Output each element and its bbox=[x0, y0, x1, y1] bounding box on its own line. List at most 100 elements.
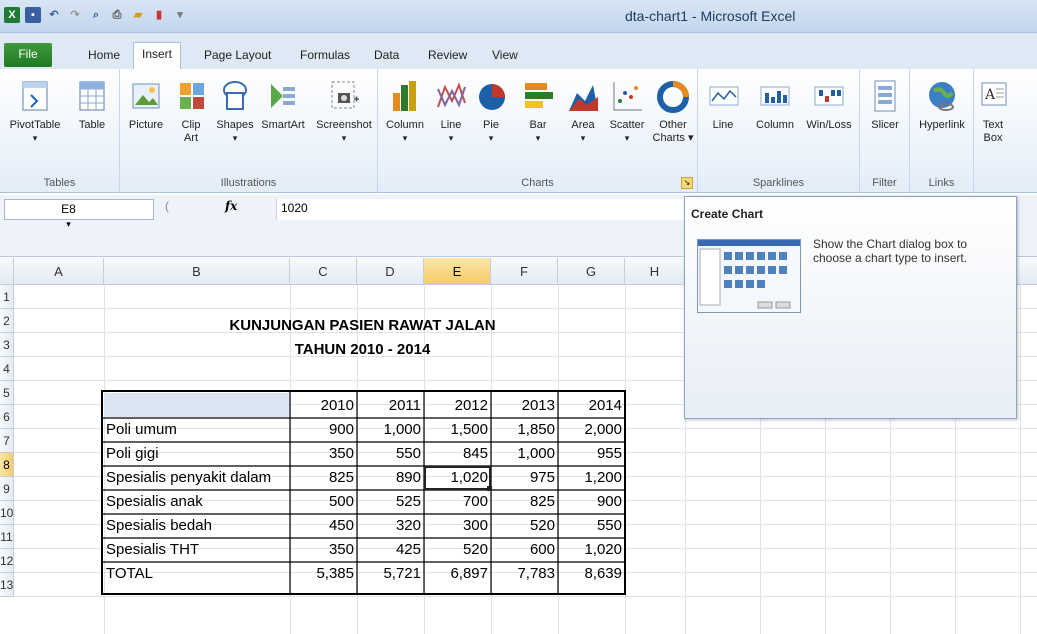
tab-page-layout[interactable]: Page Layout bbox=[196, 44, 279, 66]
formula-input[interactable]: 1020 bbox=[276, 199, 684, 220]
row-label[interactable]: Spesialis penyakit dalam bbox=[106, 466, 288, 490]
charts-dialog-launcher-icon[interactable]: ↘ bbox=[681, 177, 693, 189]
name-box[interactable]: E8▾ bbox=[4, 199, 154, 229]
data-cell[interactable]: 1,500 bbox=[424, 418, 491, 442]
data-cell[interactable]: 320 bbox=[357, 514, 424, 538]
data-cell[interactable]: 1,020 bbox=[558, 538, 625, 562]
data-cell[interactable]: 5,385 bbox=[290, 562, 357, 586]
sparkline-winloss-button[interactable]: Win/Loss bbox=[802, 79, 856, 132]
row-label[interactable]: TOTAL bbox=[106, 562, 288, 586]
slicer-icon bbox=[869, 79, 901, 113]
tab-review[interactable]: Review bbox=[420, 44, 475, 66]
table-button[interactable]: Table bbox=[72, 79, 112, 132]
data-cell[interactable]: 6,897 bbox=[424, 562, 491, 586]
excel-logo-icon: X bbox=[4, 7, 20, 23]
year-header[interactable]: 2012 bbox=[424, 394, 491, 418]
data-cell[interactable]: 1,850 bbox=[491, 418, 558, 442]
tab-data[interactable]: Data bbox=[366, 44, 407, 66]
window-title: dta-chart1 - Microsoft Excel bbox=[625, 8, 796, 24]
shapes-button[interactable]: Shapes ▾ bbox=[212, 79, 258, 145]
data-cell[interactable]: 1,200 bbox=[558, 466, 625, 490]
insert-function-icon[interactable]: fx bbox=[225, 199, 237, 213]
name-box-dropdown-icon[interactable]: ▾ bbox=[11, 219, 126, 230]
data-cell[interactable]: 450 bbox=[290, 514, 357, 538]
hyperlink-button[interactable]: Hyperlink bbox=[914, 79, 970, 132]
smartart-icon bbox=[267, 79, 299, 113]
group-label-charts: Charts bbox=[521, 177, 554, 189]
clip-art-button[interactable]: Clip Art bbox=[176, 79, 206, 145]
bar-chart-button[interactable]: Bar ▾ bbox=[522, 79, 554, 145]
data-cell[interactable]: 2,000 bbox=[558, 418, 625, 442]
data-cell[interactable]: 425 bbox=[357, 538, 424, 562]
data-cell[interactable]: 350 bbox=[290, 442, 357, 466]
tab-home[interactable]: Home bbox=[80, 44, 128, 66]
slicer-button[interactable]: Slicer bbox=[866, 79, 904, 132]
data-cell[interactable]: 890 bbox=[357, 466, 424, 490]
data-cell[interactable]: 520 bbox=[424, 538, 491, 562]
data-cell[interactable]: 955 bbox=[558, 442, 625, 466]
print-icon[interactable]: ⎙ bbox=[109, 7, 125, 23]
data-cell[interactable]: 845 bbox=[424, 442, 491, 466]
data-cell[interactable]: 975 bbox=[491, 466, 558, 490]
line-chart-button[interactable]: Line ▾ bbox=[432, 79, 470, 145]
data-cell[interactable]: 1,020 bbox=[424, 466, 491, 490]
data-cell[interactable]: 900 bbox=[290, 418, 357, 442]
chart-icon[interactable]: ▮ bbox=[151, 7, 167, 23]
undo-icon[interactable]: ↶ bbox=[46, 7, 62, 23]
chart-dialog-preview-image bbox=[697, 239, 801, 313]
row-label[interactable]: Spesialis anak bbox=[106, 490, 288, 514]
data-cell[interactable]: 500 bbox=[290, 490, 357, 514]
picture-button[interactable]: Picture bbox=[124, 79, 168, 132]
other-charts-button[interactable]: Other Charts ▾ bbox=[650, 79, 696, 145]
group-links: Hyperlink Links bbox=[910, 69, 974, 193]
smartart-button[interactable]: SmartArt bbox=[254, 79, 312, 132]
sparkline-column-button[interactable]: Column bbox=[750, 79, 800, 132]
customize-qat-icon[interactable]: ▾ bbox=[172, 7, 188, 23]
data-cell[interactable]: 5,721 bbox=[357, 562, 424, 586]
print-preview-icon[interactable]: ⌕ bbox=[88, 7, 104, 23]
year-header[interactable]: 2011 bbox=[357, 394, 424, 418]
redo-icon[interactable]: ↷ bbox=[67, 7, 83, 23]
pie-chart-button[interactable]: Pie ▾ bbox=[476, 79, 506, 145]
data-cell[interactable]: 350 bbox=[290, 538, 357, 562]
ribbon-tabs: File Home Insert Page Layout Formulas Da… bbox=[0, 33, 1037, 70]
area-chart-button[interactable]: Area ▾ bbox=[564, 79, 602, 145]
tab-insert[interactable]: Insert bbox=[133, 42, 182, 70]
data-cell[interactable]: 600 bbox=[491, 538, 558, 562]
data-cell[interactable]: 550 bbox=[357, 442, 424, 466]
text-box-button[interactable]: A Text Box bbox=[978, 79, 1008, 145]
ribbon: PivotTable ▾ Table Tables Picture Clip Art… bbox=[0, 69, 1037, 193]
scatter-chart-button[interactable]: Scatter ▾ bbox=[606, 79, 648, 145]
sparkline-winloss-icon bbox=[813, 79, 845, 113]
row-label[interactable]: Poli umum bbox=[106, 418, 288, 442]
data-cell[interactable]: 300 bbox=[424, 514, 491, 538]
tab-formulas[interactable]: Formulas bbox=[292, 44, 358, 66]
year-header[interactable]: 2010 bbox=[290, 394, 357, 418]
save-icon[interactable]: ▪ bbox=[25, 7, 41, 23]
year-header[interactable]: 2014 bbox=[558, 394, 625, 418]
data-cell[interactable]: 8,639 bbox=[558, 562, 625, 586]
data-cell[interactable]: 520 bbox=[491, 514, 558, 538]
row-label[interactable]: Spesialis THT bbox=[106, 538, 288, 562]
data-cell[interactable]: 700 bbox=[424, 490, 491, 514]
tab-file[interactable]: File bbox=[4, 43, 52, 67]
open-icon[interactable]: ▰ bbox=[130, 7, 146, 23]
year-header[interactable]: 2013 bbox=[491, 394, 558, 418]
data-cell[interactable]: 1,000 bbox=[357, 418, 424, 442]
data-cell[interactable]: 825 bbox=[290, 466, 357, 490]
pivottable-button[interactable]: PivotTable ▾ bbox=[2, 79, 68, 145]
pivottable-icon bbox=[19, 79, 51, 113]
sparkline-line-button[interactable]: Line bbox=[708, 79, 739, 132]
row-label[interactable]: Poli gigi bbox=[106, 442, 288, 466]
data-cell[interactable]: 825 bbox=[491, 490, 558, 514]
screenshot-button[interactable]: Screenshot ▾ bbox=[312, 79, 376, 145]
data-cell[interactable]: 550 bbox=[558, 514, 625, 538]
data-cell[interactable]: 525 bbox=[357, 490, 424, 514]
tab-view[interactable]: View bbox=[484, 44, 526, 66]
row-label[interactable]: Spesialis bedah bbox=[106, 514, 288, 538]
column-chart-button[interactable]: Column ▾ bbox=[382, 79, 428, 145]
data-cell[interactable]: 1,000 bbox=[491, 442, 558, 466]
data-cell[interactable]: 7,783 bbox=[491, 562, 558, 586]
quick-access-toolbar: X ▪ ↶ ↷ ⌕ ⎙ ▰ ▮ ▾ bbox=[4, 7, 188, 23]
data-cell[interactable]: 900 bbox=[558, 490, 625, 514]
